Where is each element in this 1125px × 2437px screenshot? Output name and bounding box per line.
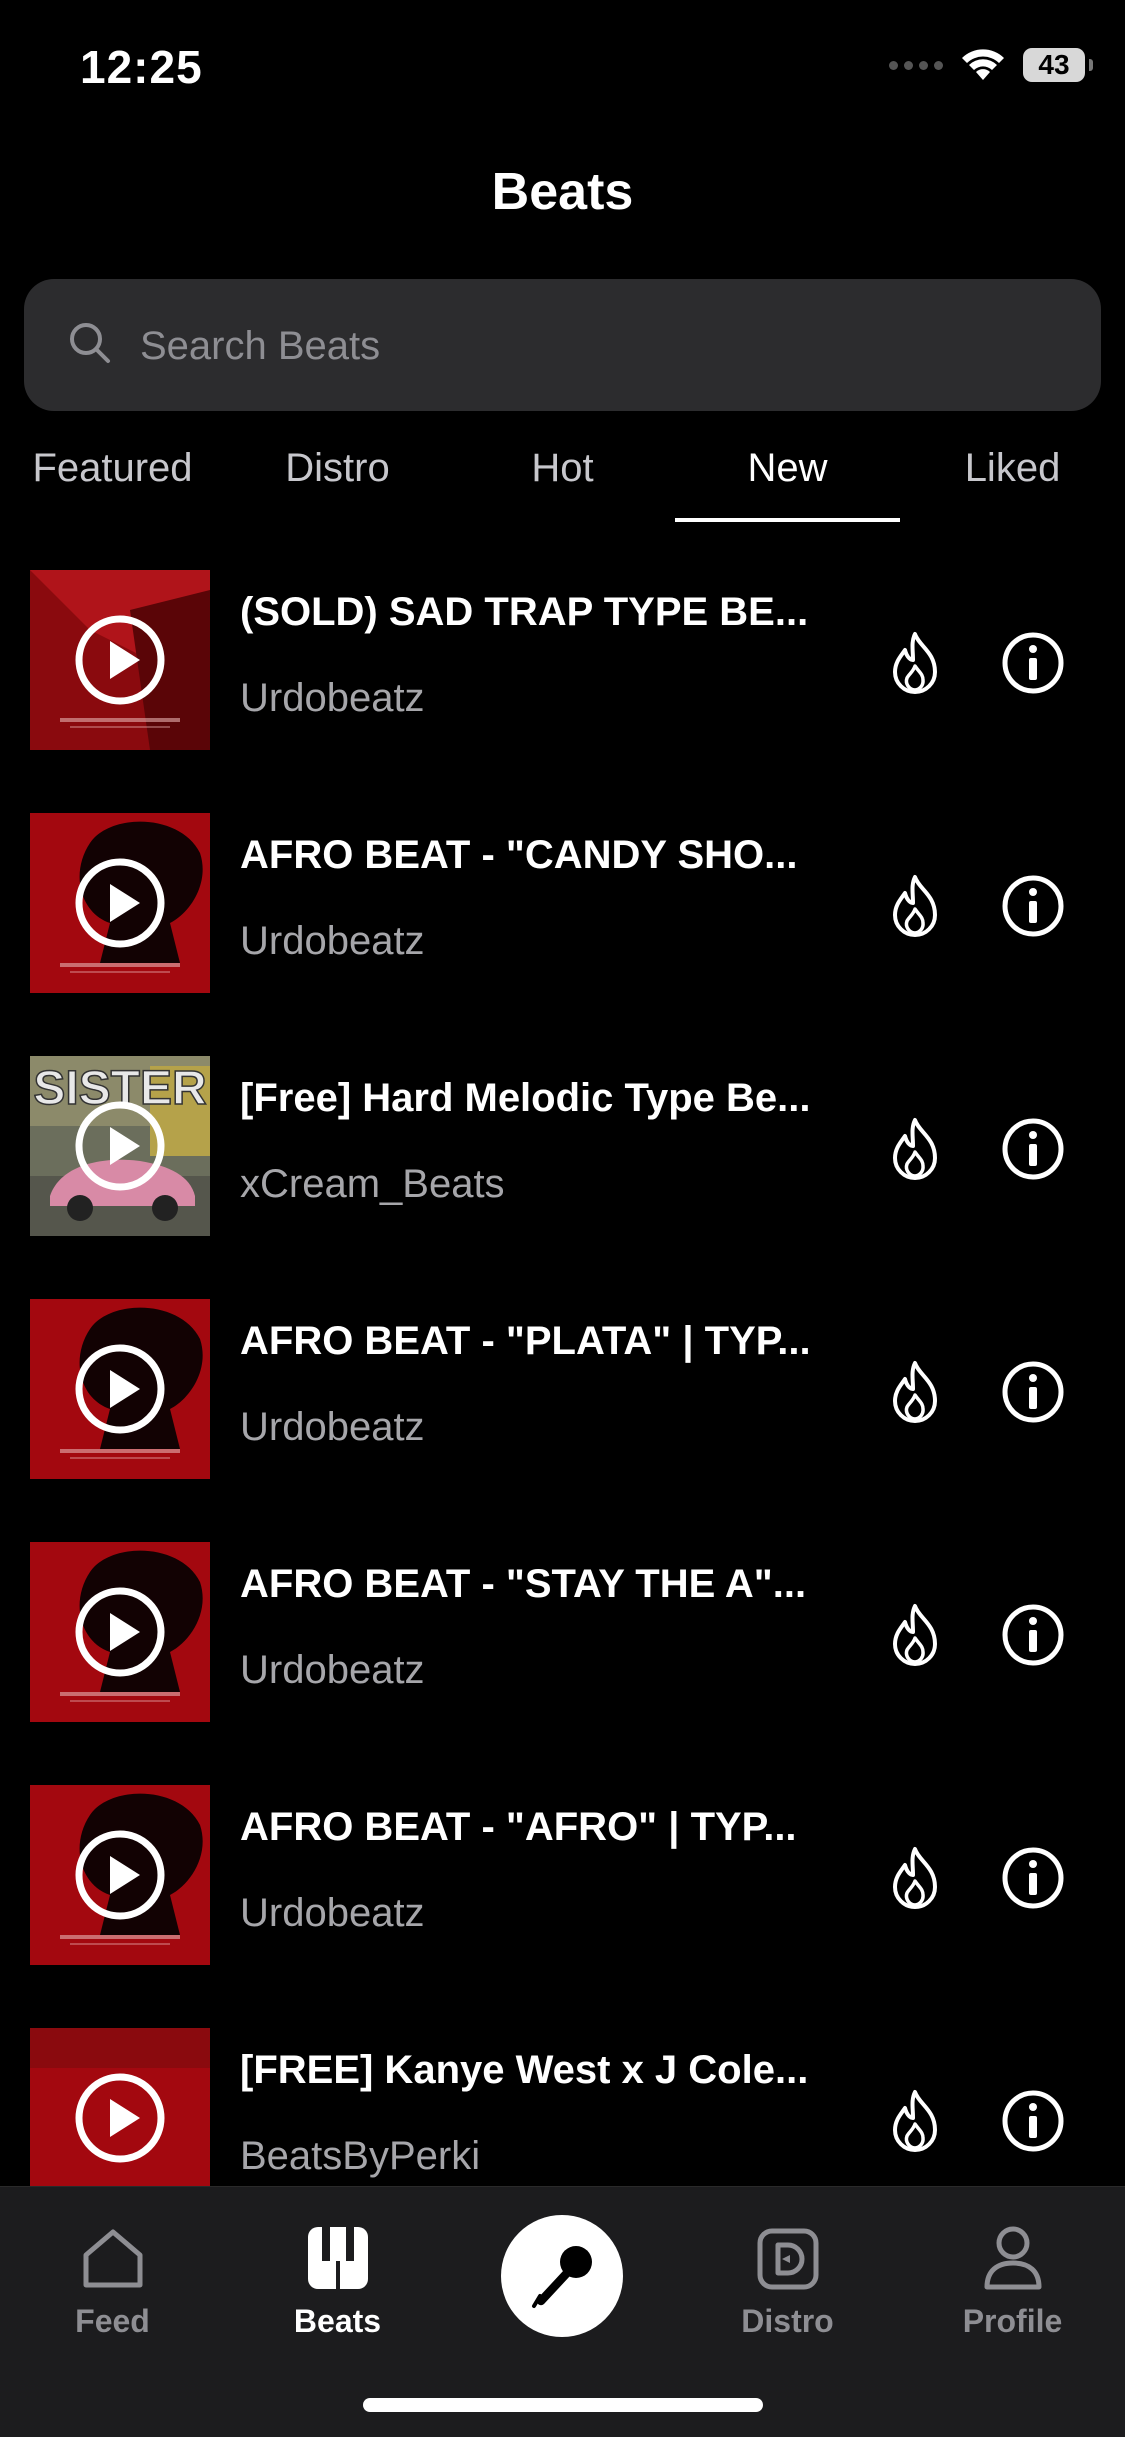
- beat-artist[interactable]: Urdobeatz: [240, 919, 425, 964]
- play-button[interactable]: [74, 1829, 166, 1921]
- tabbar-profile-label: Profile: [962, 2303, 1063, 2339]
- category-tabs: Featured Distro Hot New Liked: [0, 430, 1125, 522]
- page-title: Beats: [491, 163, 634, 221]
- beat-artist[interactable]: Urdobeatz: [240, 1891, 425, 1936]
- tab-distro[interactable]: Distro: [225, 430, 450, 522]
- search-bar[interactable]: [24, 279, 1101, 411]
- play-button[interactable]: [74, 614, 166, 706]
- tabbar-feed[interactable]: Feed: [0, 2211, 225, 2340]
- play-button[interactable]: [74, 2072, 166, 2164]
- fire-icon[interactable]: [885, 1116, 945, 1182]
- info-icon[interactable]: [1000, 630, 1066, 696]
- status-bar: 12:25 43: [0, 0, 1125, 130]
- beat-artist[interactable]: Urdobeatz: [240, 676, 425, 721]
- fire-icon[interactable]: [885, 1359, 945, 1425]
- beat-cover: [30, 2028, 210, 2208]
- wifi-icon: [962, 49, 1004, 80]
- play-button[interactable]: [74, 1343, 166, 1435]
- play-button[interactable]: [74, 857, 166, 949]
- distro-icon: [757, 2228, 818, 2290]
- tab-new[interactable]: New: [675, 430, 900, 522]
- beat-row[interactable]: AFRO BEAT - "AFRO" | TYP... Urdobeatz: [0, 1785, 1125, 1967]
- beat-title: AFRO BEAT - "PLATA" | TYP...: [240, 1319, 811, 1363]
- beat-row[interactable]: (SOLD) SAD TRAP TYPE BE... Urdobeatz: [0, 570, 1125, 752]
- tabbar-distro-label: Distro: [741, 2303, 834, 2339]
- info-icon[interactable]: [1000, 1359, 1066, 1425]
- status-time: 12:25: [80, 41, 203, 93]
- beat-cover: [30, 1785, 210, 1965]
- beat-cover: [30, 1299, 210, 1479]
- cellular-signal-icon: [889, 60, 943, 70]
- beat-title: [FREE] Kanye West x J Cole...: [240, 2048, 809, 2092]
- info-icon[interactable]: [1000, 1602, 1066, 1668]
- beat-row[interactable]: AFRO BEAT - "PLATA" | TYP... Urdobeatz: [0, 1299, 1125, 1481]
- beat-row[interactable]: AFRO BEAT - "CANDY SHO... Urdobeatz: [0, 813, 1125, 995]
- tab-featured[interactable]: Featured: [0, 430, 225, 522]
- tab-hot[interactable]: Hot: [450, 430, 675, 522]
- fire-icon[interactable]: [885, 873, 945, 939]
- beat-cover: SISTER: [30, 1056, 210, 1236]
- beat-cover: [30, 1542, 210, 1722]
- beat-title: AFRO BEAT - "CANDY SHO...: [240, 833, 798, 877]
- beat-title: [Free] Hard Melodic Type Be...: [240, 1076, 811, 1120]
- beat-title: (SOLD) SAD TRAP TYPE BE...: [240, 590, 809, 634]
- fire-icon[interactable]: [885, 630, 945, 696]
- info-icon[interactable]: [1000, 873, 1066, 939]
- tabbar-feed-label: Feed: [75, 2303, 150, 2339]
- user-icon: [984, 2226, 1041, 2290]
- status-icons: 43: [889, 48, 1093, 82]
- beat-row[interactable]: AFRO BEAT - "STAY THE A"... Urdobeatz: [0, 1542, 1125, 1724]
- tabbar-profile[interactable]: Profile: [900, 2211, 1125, 2340]
- record-mic-button[interactable]: [501, 2215, 623, 2337]
- fire-icon[interactable]: [885, 2088, 945, 2154]
- fire-icon[interactable]: [885, 1845, 945, 1911]
- home-icon: [83, 2229, 142, 2288]
- search-icon: [70, 323, 110, 363]
- info-icon[interactable]: [1000, 1845, 1066, 1911]
- beat-artist[interactable]: Urdobeatz: [240, 1648, 425, 1693]
- beat-title: AFRO BEAT - "AFRO" | TYP...: [240, 1805, 797, 1849]
- beat-cover: [30, 813, 210, 993]
- play-button[interactable]: [74, 1586, 166, 1678]
- fire-icon[interactable]: [885, 1602, 945, 1668]
- play-button[interactable]: [74, 1100, 166, 1192]
- microphone-icon: [532, 2246, 592, 2308]
- info-icon[interactable]: [1000, 1116, 1066, 1182]
- beat-row[interactable]: SISTER [Free] Hard Melodic Type Be... xC…: [0, 1056, 1125, 1238]
- beat-artist[interactable]: BeatsByPerki: [240, 2134, 480, 2179]
- tabbar-beats-label: Beats: [293, 2303, 382, 2339]
- tabbar-distro[interactable]: Distro: [675, 2211, 900, 2340]
- piano-keys-icon: [307, 2227, 368, 2289]
- tabbar-beats[interactable]: Beats: [225, 2211, 450, 2340]
- beat-artist[interactable]: xCream_Beats: [240, 1162, 505, 1207]
- battery-indicator: 43: [1023, 48, 1093, 82]
- home-indicator[interactable]: [363, 2398, 763, 2412]
- tab-liked[interactable]: Liked: [900, 430, 1125, 522]
- beat-row[interactable]: [FREE] Kanye West x J Cole... BeatsByPer…: [0, 2028, 1125, 2210]
- search-input[interactable]: [138, 309, 1042, 383]
- beat-artist[interactable]: Urdobeatz: [240, 1405, 425, 1450]
- beat-cover: [30, 570, 210, 750]
- info-icon[interactable]: [1000, 2088, 1066, 2154]
- beat-title: AFRO BEAT - "STAY THE A"...: [240, 1562, 807, 1606]
